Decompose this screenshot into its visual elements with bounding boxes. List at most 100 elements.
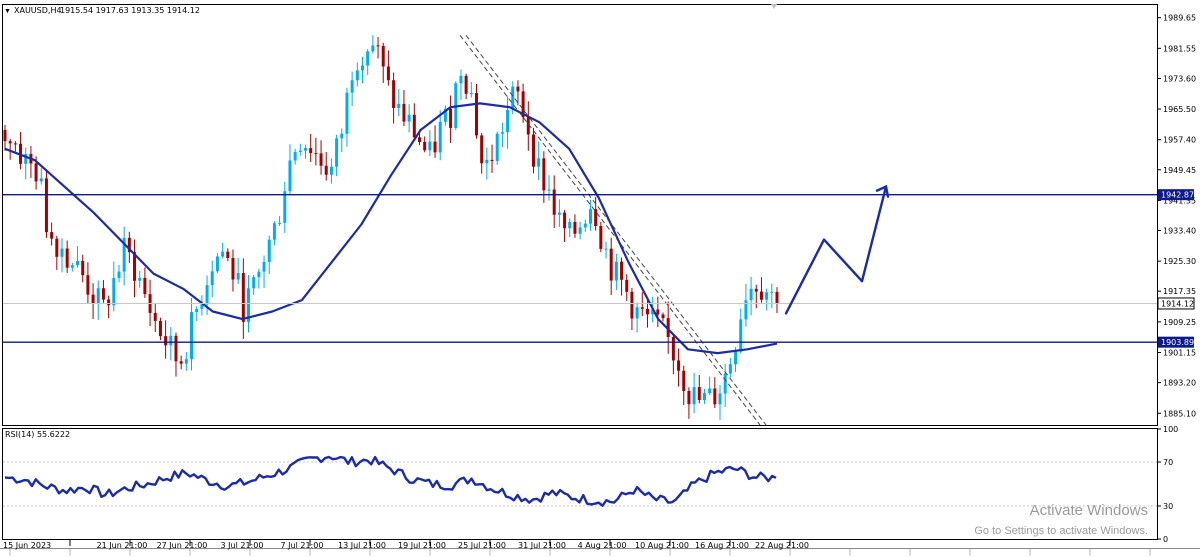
time-tick-label: 15 Jun 2023 bbox=[3, 541, 51, 550]
candle-body bbox=[376, 45, 380, 47]
candle-body bbox=[671, 336, 675, 361]
time-tick-label: 21 Jun 21:00 bbox=[97, 541, 148, 550]
candle-body bbox=[34, 163, 38, 182]
candle-body bbox=[8, 141, 12, 144]
candle-body bbox=[490, 159, 494, 161]
candle-body bbox=[55, 238, 59, 257]
candle-body bbox=[324, 165, 328, 175]
candle-body bbox=[718, 393, 722, 405]
rsi-tick-label: 30 bbox=[1163, 502, 1173, 511]
candle-body bbox=[759, 291, 763, 300]
candle-body bbox=[39, 178, 43, 182]
candle-body bbox=[625, 279, 629, 292]
time-tick-label: 27 Jun 21:00 bbox=[157, 541, 208, 550]
candle-body bbox=[50, 232, 54, 239]
price-label-text: 1903.89 bbox=[1161, 338, 1194, 347]
candle-body bbox=[60, 248, 64, 257]
candle-body bbox=[620, 261, 624, 280]
candle-body bbox=[309, 148, 313, 154]
candle-body bbox=[433, 141, 437, 153]
candle-body bbox=[81, 260, 85, 276]
candle-body bbox=[3, 129, 7, 142]
candle-body bbox=[112, 278, 116, 306]
candle-body bbox=[205, 285, 209, 305]
collapse-triangle-icon[interactable]: ▼ bbox=[4, 8, 11, 15]
candle-body bbox=[70, 265, 74, 268]
candle-body bbox=[350, 80, 354, 93]
watermark-subtitle: Go to Settings to activate Windows. bbox=[974, 525, 1148, 537]
candle-body bbox=[630, 291, 634, 319]
candle-body bbox=[272, 223, 276, 240]
candle-body bbox=[13, 143, 17, 145]
candle-body bbox=[174, 335, 178, 362]
candle-body bbox=[749, 288, 753, 301]
candle-body bbox=[682, 370, 686, 391]
candle-body bbox=[361, 65, 365, 71]
candle-body bbox=[231, 257, 235, 280]
candle-body bbox=[195, 308, 199, 313]
candle-body bbox=[397, 103, 401, 108]
candle-body bbox=[117, 271, 121, 279]
time-tick-label: 25 Jul 21:00 bbox=[458, 541, 506, 550]
candle-body bbox=[392, 80, 396, 108]
candle-body bbox=[588, 209, 592, 224]
rsi-tick-label: 100 bbox=[1163, 425, 1178, 434]
price-tick-label: 1933.40 bbox=[1163, 227, 1196, 236]
candle-body bbox=[101, 288, 105, 300]
projection-layer bbox=[784, 184, 890, 315]
candle-body bbox=[552, 189, 556, 215]
trend-channel-line[interactable] bbox=[465, 34, 767, 426]
candle-body bbox=[423, 141, 427, 151]
candle-body bbox=[495, 133, 499, 161]
candle-body bbox=[169, 335, 173, 346]
candle-body bbox=[386, 66, 390, 81]
rsi-label: RSI(14) 55.6222 bbox=[5, 430, 70, 439]
candle-body bbox=[728, 364, 732, 374]
candle-body bbox=[739, 319, 743, 352]
candle-body bbox=[713, 388, 717, 405]
candle-body bbox=[278, 222, 282, 224]
candle-body bbox=[252, 277, 256, 289]
candle-body bbox=[91, 294, 95, 304]
candle-body bbox=[765, 292, 769, 300]
candle-body bbox=[438, 121, 442, 153]
candle-body bbox=[314, 153, 318, 155]
candle-body bbox=[417, 137, 421, 142]
candle-body bbox=[107, 299, 111, 306]
candle-body bbox=[44, 178, 48, 233]
candles-layer bbox=[3, 35, 779, 420]
candle-body bbox=[257, 271, 261, 278]
candle-body bbox=[770, 291, 774, 293]
candle-body bbox=[319, 153, 323, 166]
candle-body bbox=[640, 307, 644, 309]
candle-body bbox=[599, 226, 603, 249]
candle-body bbox=[697, 387, 701, 400]
candle-body bbox=[635, 307, 639, 319]
candle-body bbox=[614, 261, 618, 281]
candle-body bbox=[511, 86, 515, 110]
time-tick-label: 19 Jul 21:00 bbox=[398, 541, 446, 550]
price-tick-label: 1957.40 bbox=[1163, 136, 1196, 145]
time-tick-label: 10 Aug 21:00 bbox=[635, 541, 689, 550]
price-tick-label: 1981.55 bbox=[1163, 44, 1196, 53]
candle-body bbox=[573, 221, 577, 234]
candle-body bbox=[464, 75, 468, 94]
candle-body bbox=[604, 248, 608, 250]
candle-body bbox=[241, 273, 245, 322]
trading-chart[interactable]: ▼ XAUUSD,H4 1915.54 1917.63 1913.35 1914… bbox=[0, 0, 1200, 557]
trend-channel-line[interactable] bbox=[459, 34, 761, 426]
price-axis: 1989.65 1981.55 1973.60 1965.50 1957.40 1949.… bbox=[1157, 14, 1196, 418]
price-tick-label: 1909.25 bbox=[1163, 318, 1196, 327]
price-label-text: 1942.87 bbox=[1161, 191, 1194, 200]
candle-body bbox=[500, 132, 504, 134]
candle-body bbox=[723, 373, 727, 394]
candle-body bbox=[702, 393, 706, 400]
price-tick-label: 1893.20 bbox=[1163, 379, 1196, 388]
candle-body bbox=[542, 158, 546, 191]
candle-body bbox=[371, 45, 375, 52]
shift-marker-icon[interactable] bbox=[771, 4, 777, 9]
horizontal-lines-layer bbox=[3, 193, 1157, 343]
candle-body bbox=[158, 320, 162, 337]
candle-body bbox=[578, 227, 582, 234]
candle-body bbox=[329, 166, 333, 175]
